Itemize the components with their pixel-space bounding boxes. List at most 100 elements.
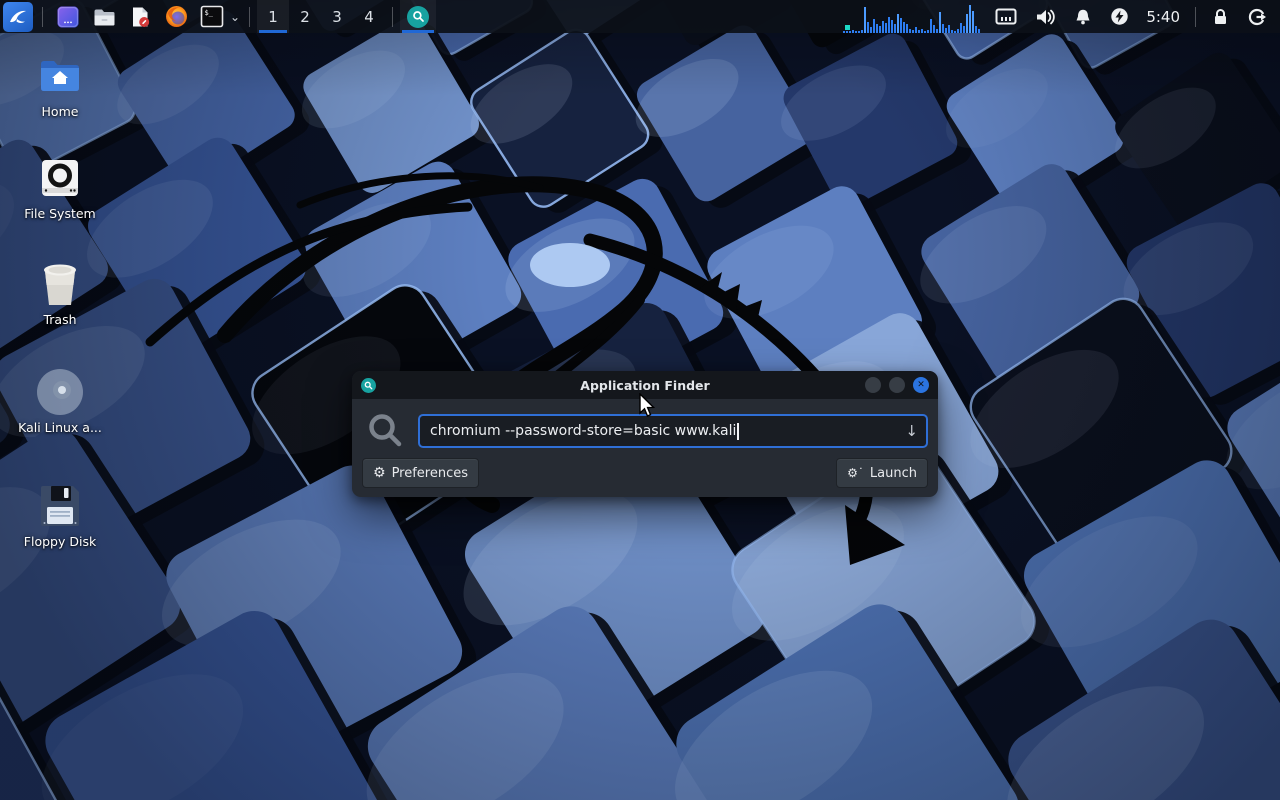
cpu-bar: [852, 30, 854, 33]
window-title: Application Finder: [352, 378, 938, 393]
cpu-bar: [939, 12, 941, 33]
minimize-button[interactable]: [865, 377, 881, 393]
terminal-icon: $_: [200, 5, 224, 28]
launcher-firefox[interactable]: [163, 4, 189, 30]
text-caret: [737, 423, 739, 440]
svg-text:$_: $_: [205, 9, 214, 17]
cpu-bar: [894, 24, 896, 33]
desktop-icon-trash[interactable]: Trash: [8, 260, 112, 327]
workspace-button-3[interactable]: 3: [321, 0, 353, 33]
cpu-bar: [936, 29, 938, 33]
cpu-bar: [918, 30, 920, 33]
taskbar-application-finder[interactable]: [400, 0, 436, 33]
cpu-bar: [963, 26, 965, 33]
cpu-bar: [975, 26, 977, 33]
close-button[interactable]: ✕: [913, 377, 929, 393]
launcher-text-editor[interactable]: [127, 4, 153, 30]
titlebar[interactable]: Application Finder ✕: [352, 371, 938, 399]
cpu-graph-marker: [845, 25, 850, 30]
desktop-icon-file-system[interactable]: File System: [8, 154, 112, 221]
volume-icon[interactable]: [1035, 8, 1056, 26]
cpu-bar: [933, 25, 935, 33]
panel-separator: [42, 7, 43, 27]
file-manager-icon: [92, 5, 116, 29]
cpu-bar: [957, 29, 959, 34]
floppy-disk-icon: [39, 482, 81, 530]
cpu-bar: [870, 27, 872, 33]
cpu-bar: [927, 30, 929, 33]
desktop-icon-kali-linux[interactable]: Kali Linux a...: [8, 368, 112, 435]
notifications-bell-icon[interactable]: [1074, 8, 1092, 26]
cpu-bar: [909, 29, 911, 33]
applications-menu-button[interactable]: [3, 2, 33, 32]
launcher-file-manager[interactable]: [91, 4, 117, 30]
cpu-bar: [948, 25, 950, 33]
cpu-bar: [882, 21, 884, 33]
search-input[interactable]: chromium --password-store=basic www.kali…: [418, 414, 928, 448]
launch-button[interactable]: ⚙˙ Launch: [836, 458, 928, 488]
cpu-bar: [879, 26, 881, 33]
cpu-graph[interactable]: [842, 0, 986, 33]
desktop-icon-home[interactable]: Home: [8, 52, 112, 119]
magnifier-teal-icon: [407, 6, 429, 28]
maximize-button[interactable]: [889, 377, 905, 393]
text-editor-icon: [128, 5, 152, 29]
cpu-bar: [888, 17, 890, 33]
workspace-button-4[interactable]: 4: [353, 0, 385, 33]
desktop-icon-label: Kali Linux a...: [18, 420, 102, 435]
cpu-bar: [858, 31, 860, 33]
cpu-bar: [873, 19, 875, 33]
system-tray: 5:40: [986, 7, 1280, 27]
cpu-bar: [906, 24, 908, 33]
cpu-bar: [960, 23, 962, 33]
desktop-icon-label: Home: [42, 104, 79, 119]
preferences-label: Preferences: [392, 466, 468, 481]
cpu-bar: [951, 30, 953, 33]
network-icon[interactable]: [995, 8, 1017, 25]
launcher-terminal[interactable]: $_: [199, 4, 225, 30]
launcher-window-app[interactable]: [55, 4, 81, 30]
cpu-bar: [891, 20, 893, 33]
power-manager-icon[interactable]: [1110, 7, 1129, 26]
cpu-bar: [912, 30, 914, 33]
workspace-label: 1: [268, 8, 278, 26]
desktop-icon-floppy-disk[interactable]: Floppy Disk: [8, 482, 112, 549]
cpu-bar: [930, 19, 932, 33]
desktop-icon-label: File System: [24, 206, 96, 221]
cpu-bar: [924, 31, 926, 33]
cpu-bar: [864, 7, 866, 33]
cpu-bar: [978, 29, 980, 33]
workspace-label: 2: [300, 8, 310, 26]
down-arrow-icon[interactable]: ↓: [905, 422, 918, 440]
lock-icon[interactable]: [1212, 8, 1229, 26]
logout-icon[interactable]: [1247, 7, 1267, 27]
launcher-dropdown-chevron-icon[interactable]: ⌄: [230, 10, 240, 24]
run-gear-icon: ⚙˙: [847, 467, 864, 479]
workspace-button-2[interactable]: 2: [289, 0, 321, 33]
search-icon: [367, 412, 405, 450]
gear-icon: ⚙: [373, 466, 386, 480]
preferences-button[interactable]: ⚙ Preferences: [362, 458, 479, 488]
cpu-bar: [861, 30, 863, 33]
workspace-label: 3: [332, 8, 342, 26]
clock[interactable]: 5:40: [1146, 8, 1180, 26]
panel-separator: [1195, 7, 1196, 27]
cpu-bar: [972, 11, 974, 33]
cpu-bar: [867, 22, 869, 33]
trash-icon: [38, 260, 82, 308]
search-query-text: chromium --password-store=basic www.kali: [430, 423, 736, 439]
workspace-button-1[interactable]: 1: [257, 0, 289, 33]
cpu-bar: [849, 31, 851, 33]
active-underline: [402, 30, 434, 33]
desktop-icon-label: Trash: [43, 312, 76, 327]
panel-separator: [392, 7, 393, 27]
cpu-bar: [897, 14, 899, 33]
launch-label: Launch: [870, 466, 917, 481]
kali-docs-ghost-icon: [35, 368, 85, 416]
cpu-bar: [921, 29, 923, 33]
finder-body: chromium --password-store=basic www.kali…: [352, 399, 938, 497]
cpu-bar: [885, 23, 887, 33]
kali-dragon-icon: [7, 6, 29, 28]
active-underline: [259, 30, 287, 33]
cpu-bar: [915, 27, 917, 33]
